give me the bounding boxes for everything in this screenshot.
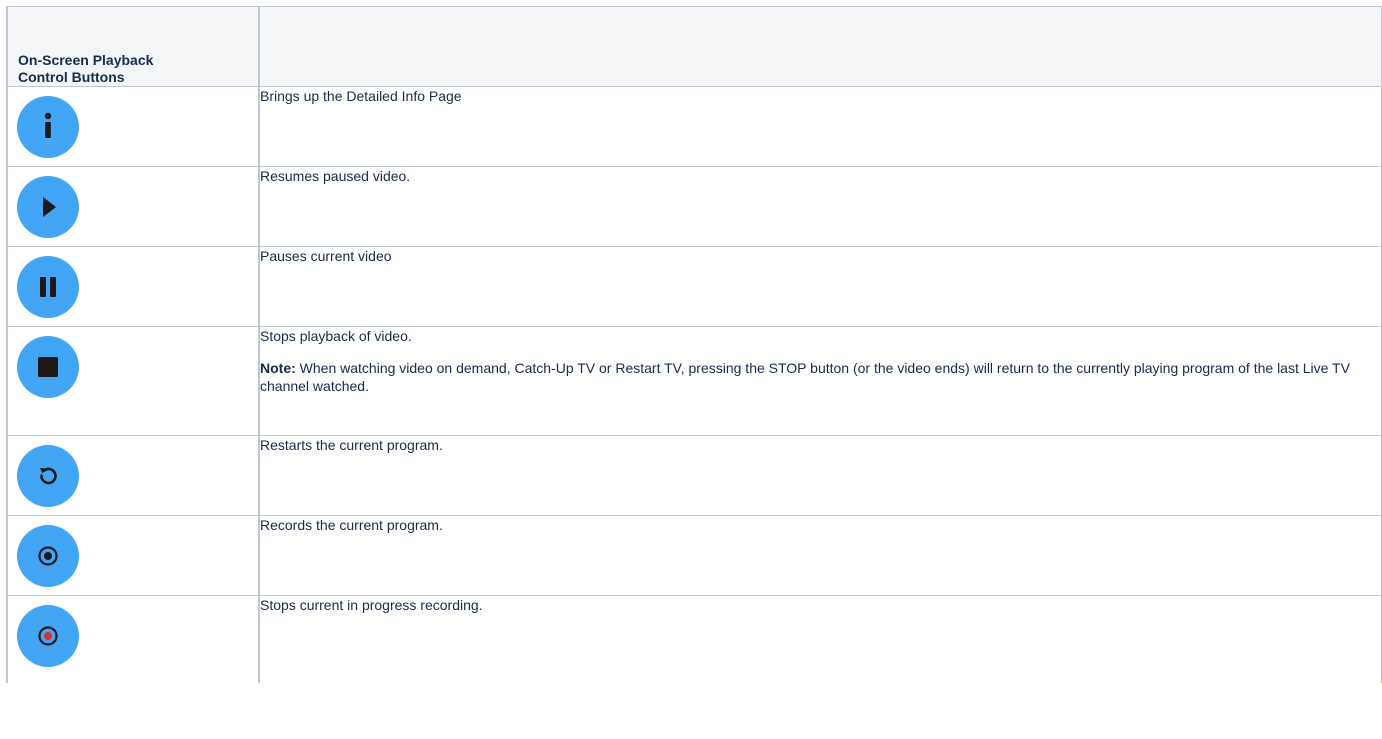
table-row: Restarts the current program.: [6, 435, 1382, 516]
icon-cell: [6, 435, 260, 516]
row-description: Stops playback of video.: [260, 328, 412, 344]
restart-icon: [17, 445, 79, 507]
row-note: Note: When watching video on demand, Cat…: [260, 359, 1381, 395]
icon-cell: [6, 326, 260, 436]
description-cell: Brings up the Detailed Info Page: [258, 86, 1382, 167]
table-row: Stops current in progress recording.: [6, 595, 1382, 683]
row-description: Pauses current video: [260, 248, 392, 264]
table-row: Brings up the Detailed Info Page: [6, 86, 1382, 167]
header-label: On-Screen Playback Control Buttons: [8, 7, 258, 86]
description-cell: Resumes paused video.: [258, 166, 1382, 247]
row-description: Brings up the Detailed Info Page: [260, 88, 462, 104]
row-description: Records the current program.: [260, 517, 443, 533]
description-cell: Records the current program.: [258, 515, 1382, 596]
record-icon: [17, 525, 79, 587]
icon-cell: [6, 595, 260, 683]
description-cell: Stops current in progress recording.: [258, 595, 1382, 683]
row-description: Resumes paused video.: [260, 168, 411, 184]
icon-cell: [6, 246, 260, 327]
description-cell: Stops playback of video. Note: When watc…: [258, 326, 1382, 436]
note-text: When watching video on demand, Catch-Up …: [260, 360, 1350, 394]
table-row: Stops playback of video. Note: When watc…: [6, 326, 1382, 436]
icon-cell: [6, 86, 260, 167]
header-label-line1: On-Screen Playback: [18, 52, 154, 68]
playback-controls-table: On-Screen Playback Control Buttons Bring…: [6, 6, 1382, 683]
stop-recording-icon: [17, 605, 79, 667]
header-cell-buttons: On-Screen Playback Control Buttons: [6, 6, 260, 87]
icon-cell: [6, 515, 260, 596]
description-cell: Restarts the current program.: [258, 435, 1382, 516]
note-label: Note:: [260, 360, 296, 376]
pause-icon: [17, 256, 79, 318]
table-row: Records the current program.: [6, 515, 1382, 596]
row-description: Restarts the current program.: [260, 437, 443, 453]
table-header-row: On-Screen Playback Control Buttons: [6, 6, 1382, 87]
description-cell: Pauses current video: [258, 246, 1382, 327]
table-row: Resumes paused video.: [6, 166, 1382, 247]
header-label-line2: Control Buttons: [18, 69, 125, 85]
header-cell-description: [258, 6, 1382, 87]
info-icon: [17, 96, 79, 158]
stop-icon: [17, 336, 79, 398]
row-description: Stops current in progress recording.: [260, 597, 483, 613]
table-row: Pauses current video: [6, 246, 1382, 327]
play-icon: [17, 176, 79, 238]
icon-cell: [6, 166, 260, 247]
